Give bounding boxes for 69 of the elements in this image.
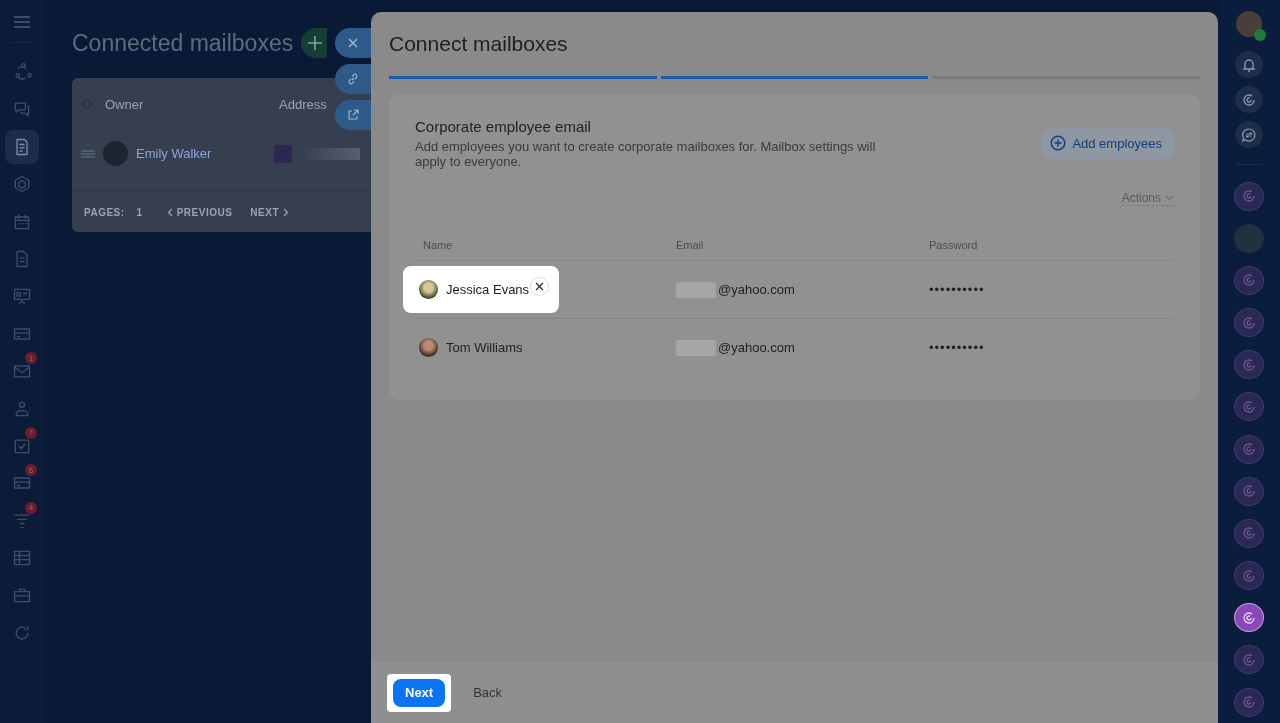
link-button[interactable] (335, 64, 371, 94)
column-header: Name (423, 239, 454, 251)
avatar (103, 141, 128, 166)
avatar (419, 280, 438, 299)
spiral-icon (1241, 314, 1257, 331)
sidebar-item[interactable] (5, 129, 39, 164)
close-icon (535, 282, 545, 291)
spiral-icon (1241, 694, 1257, 710)
email-cell: @yahoo.com (718, 282, 795, 297)
drag-handle-icon[interactable] (81, 149, 95, 158)
spiral-icon (1241, 609, 1257, 626)
spiral-icon (1241, 188, 1257, 205)
spiral-icon (1241, 651, 1257, 668)
avatar (419, 338, 438, 357)
chat-button[interactable] (1235, 121, 1263, 149)
chevron-left-icon (166, 208, 173, 217)
section-title: Corporate employee email (415, 118, 592, 135)
owner-link[interactable]: Emily Walker (136, 146, 266, 161)
sidebar-item[interactable]: 4 (5, 503, 39, 538)
column-header: Owner (105, 96, 145, 112)
notification-badge: 4 (25, 501, 37, 514)
panel-title: Connect mailboxes (389, 32, 569, 57)
employee-name: Tom Williams (446, 340, 523, 355)
employee-name: Jessica Evans (446, 282, 530, 297)
plus-circle-icon (1050, 135, 1067, 151)
spiral-icon (1241, 567, 1257, 584)
spiral-icon (1241, 441, 1257, 458)
pages-label: PAGES: (84, 207, 125, 218)
spiral-icon (1241, 356, 1257, 373)
external-link-icon (347, 109, 359, 121)
previous-link[interactable]: PREVIOUS (166, 207, 233, 218)
menu-icon[interactable] (14, 16, 30, 28)
board-icon (12, 286, 32, 307)
chevron-right-icon (283, 208, 290, 217)
plus-icon (308, 36, 323, 50)
employee-chip[interactable]: Jessica Evans (403, 266, 560, 313)
add-button[interactable] (301, 28, 328, 58)
app-button[interactable] (1234, 603, 1264, 633)
close-icon (348, 38, 358, 48)
spiral-icon (1241, 525, 1257, 542)
password-cell-text: •••••••••• (929, 282, 986, 297)
password-cell-text: •••••••••• (929, 340, 986, 355)
close-button[interactable] (335, 28, 371, 58)
remove-button[interactable] (530, 277, 550, 296)
spiral-icon (1241, 272, 1257, 289)
link-icon (347, 73, 359, 85)
employee-chip[interactable]: Tom Williams (403, 324, 553, 371)
status-icon (1254, 28, 1266, 41)
column-header: Password (929, 239, 979, 251)
spiral-icon (1241, 91, 1257, 108)
back-button[interactable]: Back (467, 684, 509, 701)
chat-icon (1241, 126, 1257, 143)
spiral-icon (1241, 398, 1257, 415)
bell-icon (1241, 56, 1257, 73)
chevron-down-icon (1165, 195, 1174, 201)
column-header: Email (676, 239, 705, 251)
email-cell: @yahoo.com (718, 340, 795, 355)
hexagon-icon (12, 174, 32, 195)
open-in-new-button[interactable] (335, 100, 371, 130)
next-button[interactable]: Next (393, 678, 446, 707)
notifications-button[interactable] (1235, 51, 1263, 79)
page-number[interactable]: 1 (136, 207, 143, 218)
section-description: Add employees you want to create corporate mailboxes for. Mailbox settings will apply to everyone. (415, 139, 877, 169)
app-button[interactable] (1235, 86, 1263, 114)
page-title: Connected mailboxes (72, 29, 294, 57)
column-header: Address (279, 96, 327, 112)
next-link[interactable]: NEXT (250, 207, 290, 218)
spiral-icon (1241, 483, 1257, 500)
add-employees-button[interactable]: Add employees (1042, 128, 1174, 159)
